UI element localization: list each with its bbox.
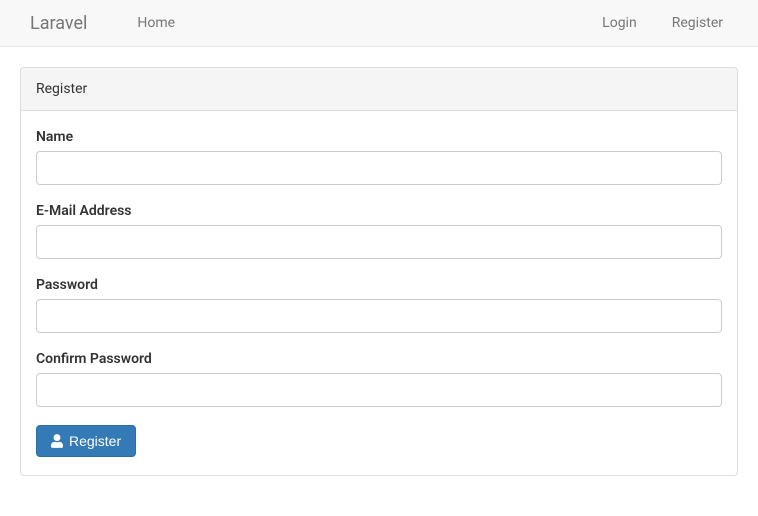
navbar-left: Laravel Home: [15, 1, 185, 46]
main-container: Register Name E-Mail Address Password Co…: [0, 47, 758, 516]
register-button[interactable]: Register: [36, 425, 136, 457]
form-group-name: Name: [36, 129, 722, 185]
navbar: Laravel Home Login Register: [0, 0, 758, 47]
form-group-password: Password: [36, 277, 722, 333]
navbar-brand[interactable]: Laravel: [15, 1, 102, 46]
panel-body: Name E-Mail Address Password Confirm Pas…: [21, 111, 737, 475]
panel-heading: Register: [21, 68, 737, 111]
email-label: E-Mail Address: [36, 203, 722, 219]
form-group-confirm-password: Confirm Password: [36, 351, 722, 407]
register-panel: Register Name E-Mail Address Password Co…: [20, 67, 738, 476]
nav-home[interactable]: Home: [127, 3, 185, 43]
name-label: Name: [36, 129, 722, 145]
nav-login[interactable]: Login: [592, 3, 647, 43]
user-icon: [51, 434, 63, 448]
password-input[interactable]: [36, 299, 722, 333]
register-button-label: Register: [69, 433, 121, 449]
register-form: Name E-Mail Address Password Confirm Pas…: [36, 129, 722, 457]
nav-register[interactable]: Register: [662, 3, 733, 43]
email-input[interactable]: [36, 225, 722, 259]
confirm-password-input[interactable]: [36, 373, 722, 407]
navbar-right: Login Register: [592, 3, 743, 43]
form-group-email: E-Mail Address: [36, 203, 722, 259]
confirm-password-label: Confirm Password: [36, 351, 722, 367]
password-label: Password: [36, 277, 722, 293]
name-input[interactable]: [36, 151, 722, 185]
